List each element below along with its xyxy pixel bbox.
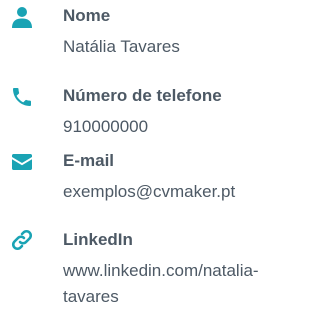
phone-icon bbox=[10, 85, 34, 109]
phone-label: Número de telefone bbox=[63, 86, 222, 105]
contact-name-text: Nome Natália Tavares bbox=[63, 4, 329, 60]
person-icon bbox=[10, 6, 34, 30]
name-label: Nome bbox=[63, 6, 111, 25]
contact-phone-text: Número de telefone 910000000 bbox=[63, 84, 329, 140]
contact-details-list: Nome Natália Tavares Número de telefone … bbox=[0, 0, 333, 314]
linkedin-label: LinkedIn bbox=[63, 230, 133, 249]
linkedin-value[interactable]: www.linkedin.com/natalia-tavares bbox=[63, 258, 298, 310]
contact-linkedin-text: LinkedIn www.linkedin.com/natalia-tavare… bbox=[63, 228, 329, 310]
name-value: Natália Tavares bbox=[63, 37, 180, 56]
email-label: E-mail bbox=[63, 151, 115, 170]
contact-email-text: E-mail exemplos@cvmaker.pt bbox=[63, 149, 329, 205]
envelope-icon bbox=[10, 150, 34, 174]
email-value: exemplos@cvmaker.pt bbox=[63, 182, 236, 201]
link-icon bbox=[10, 228, 34, 252]
phone-value: 910000000 bbox=[63, 117, 149, 136]
